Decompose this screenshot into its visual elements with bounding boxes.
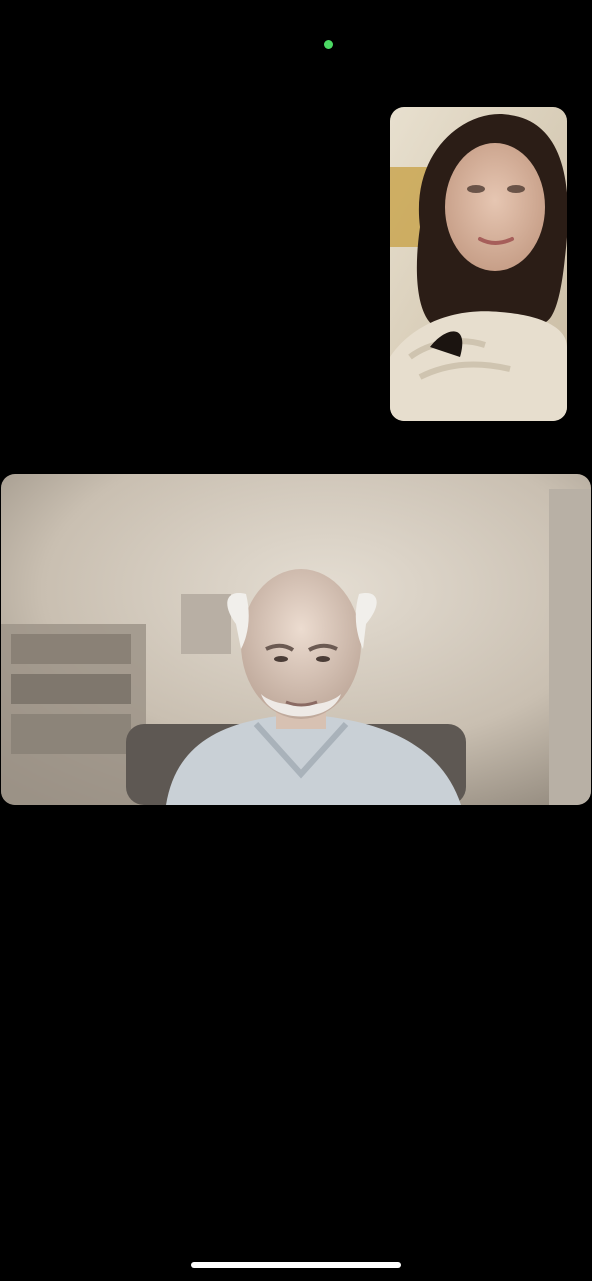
home-indicator[interactable] bbox=[191, 1262, 401, 1268]
remote-participant-tile[interactable] bbox=[1, 474, 591, 805]
self-view-video-icon bbox=[390, 107, 567, 421]
camera-in-use-indicator bbox=[324, 40, 333, 49]
self-view-tile[interactable] bbox=[390, 107, 567, 421]
remote-participant-video-icon bbox=[1, 474, 591, 805]
